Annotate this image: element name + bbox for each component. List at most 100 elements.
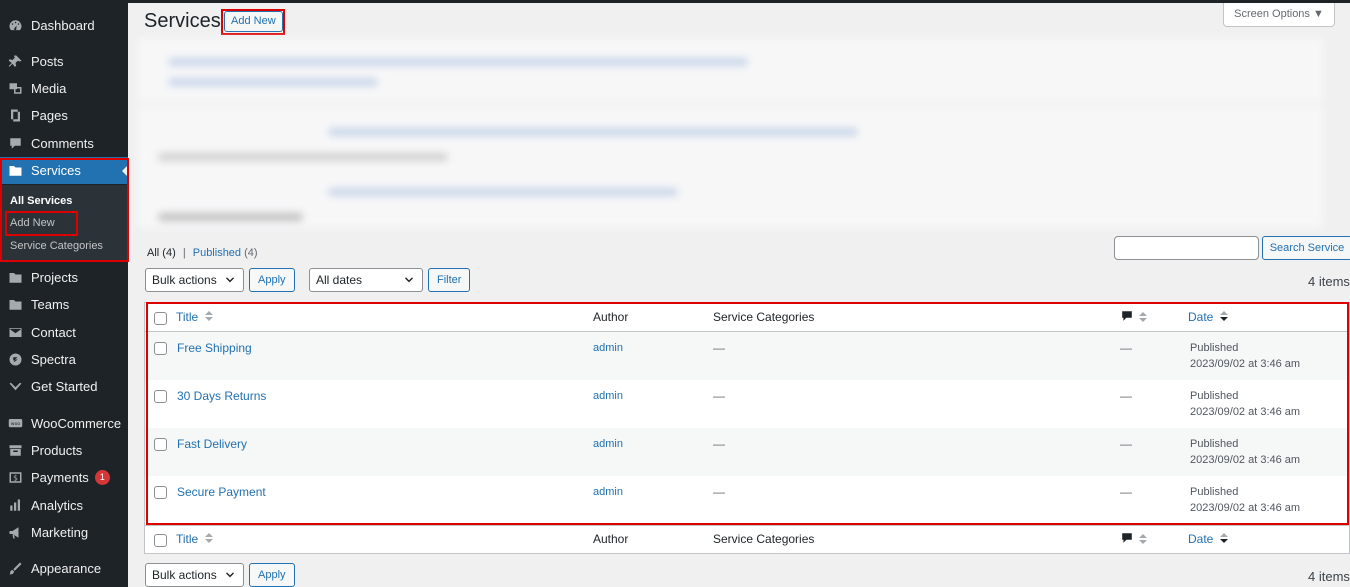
table-header: Title Author Service Categories Date: [145, 303, 1349, 332]
row-status: Published: [1190, 438, 1239, 450]
sidebar-item-teams[interactable]: Teams: [0, 291, 128, 318]
row-date: 2023/09/02 at 3:46 am: [1190, 502, 1301, 514]
column-date-footer[interactable]: Date: [1188, 532, 1228, 547]
chevron-down-icon: [226, 572, 234, 578]
row-categories: —: [713, 389, 725, 403]
bulk-actions-value: Bulk actions: [152, 273, 217, 287]
sidebar-item-label: Pages: [31, 108, 68, 123]
row-checkbox[interactable]: [154, 486, 167, 499]
column-comments-footer[interactable]: [1121, 532, 1148, 548]
column-date-label: Date: [1188, 532, 1214, 546]
sidebar-item-label: Get Started: [31, 379, 98, 394]
sidebar-item-woocommerce[interactable]: woo WooCommerce: [0, 410, 128, 437]
filter-published-link[interactable]: Published (4): [193, 247, 258, 259]
sidebar-item-label: Teams: [31, 297, 70, 312]
sort-icon: [1139, 311, 1148, 326]
search-service-button[interactable]: Search Service: [1262, 236, 1350, 260]
column-title-footer[interactable]: Title: [176, 532, 213, 547]
sidebar-item-comments[interactable]: Comments: [0, 130, 128, 157]
row-checkbox[interactable]: [154, 342, 167, 355]
svg-text:woo: woo: [10, 422, 19, 427]
row-title-link[interactable]: Secure Payment: [177, 485, 266, 499]
row-title-link[interactable]: Free Shipping: [177, 341, 252, 355]
row-date: 2023/09/02 at 3:46 am: [1190, 454, 1301, 466]
submenu-add-new[interactable]: Add New: [10, 217, 55, 229]
pages-icon: [7, 108, 23, 124]
sidebar-item-media[interactable]: Media: [0, 75, 128, 102]
sidebar-item-label: Comments: [31, 136, 94, 151]
row-author-link[interactable]: admin: [593, 486, 623, 498]
sidebar-item-posts[interactable]: Posts: [0, 48, 128, 75]
row-checkbox[interactable]: [154, 390, 167, 403]
sidebar-item-payments[interactable]: $ Payments 1: [0, 464, 128, 491]
row-status: Published: [1190, 342, 1239, 354]
svg-text:$: $: [13, 474, 18, 483]
column-service-categories: Service Categories: [713, 310, 815, 324]
filter-all-link[interactable]: All (4): [147, 247, 176, 259]
screen-options-button[interactable]: Screen Options ▼: [1223, 3, 1335, 27]
archive-icon: [7, 443, 23, 459]
page-title: Services: [144, 10, 221, 32]
sidebar-item-label: Services: [31, 163, 81, 178]
sidebar-item-label: Payments: [31, 470, 89, 485]
row-comments: —: [1120, 389, 1132, 403]
select-all-checkbox-footer[interactable]: [154, 534, 167, 547]
row-author-link[interactable]: admin: [593, 342, 623, 354]
column-title[interactable]: Title: [176, 310, 213, 325]
sidebar-item-pages[interactable]: Pages: [0, 102, 128, 129]
submenu-service-categories[interactable]: Service Categories: [10, 240, 103, 252]
dates-value: All dates: [316, 273, 363, 287]
sidebar-item-contact[interactable]: Contact: [0, 319, 128, 346]
search-input[interactable]: [1114, 236, 1259, 260]
sidebar-item-get-started[interactable]: Get Started: [0, 373, 128, 400]
column-comments[interactable]: [1121, 310, 1148, 326]
dates-select[interactable]: All dates: [309, 268, 423, 292]
blurred-notice-area: [138, 38, 1323, 228]
sort-icon: [204, 310, 213, 325]
bulk-actions-select-top[interactable]: Bulk actions: [145, 268, 244, 292]
sidebar-item-services[interactable]: Services: [0, 157, 128, 184]
row-title-link[interactable]: Fast Delivery: [177, 437, 247, 451]
row-checkbox[interactable]: [154, 438, 167, 451]
sidebar-item-label: Spectra: [31, 352, 76, 367]
sidebar-item-appearance[interactable]: Appearance: [0, 555, 128, 582]
sidebar-item-dashboard[interactable]: Dashboard: [0, 12, 128, 39]
add-new-button[interactable]: Add New: [224, 11, 283, 32]
sidebar-item-analytics[interactable]: Analytics: [0, 492, 128, 519]
column-service-categories-footer: Service Categories: [713, 532, 815, 546]
sidebar-item-label: Projects: [31, 270, 78, 285]
column-author-footer: Author: [593, 532, 629, 546]
status-filter-links: All (4) | Published (4): [147, 247, 258, 259]
sidebar-item-projects[interactable]: Projects: [0, 264, 128, 291]
notification-badge: 1: [94, 470, 110, 485]
select-all-checkbox[interactable]: [154, 312, 167, 325]
sidebar-item-label: Products: [31, 443, 83, 458]
spectra-icon: [7, 352, 23, 368]
megaphone-icon: [7, 525, 23, 541]
table-row: Secure Payment admin — — Published 2023/…: [145, 476, 1349, 524]
table-row: 30 Days Returns admin — — Published 2023…: [145, 380, 1349, 428]
chevron-down-icon: [226, 277, 234, 283]
mail-icon: [7, 325, 23, 341]
sidebar-item-marketing[interactable]: Marketing: [0, 519, 128, 546]
filter-all-count: (4): [162, 247, 176, 259]
folder-icon: [7, 163, 23, 179]
filter-button[interactable]: Filter: [428, 268, 471, 292]
sidebar-item-products[interactable]: Products: [0, 437, 128, 464]
sidebar-item-spectra[interactable]: Spectra: [0, 346, 128, 373]
sort-desc-icon: [1219, 310, 1228, 325]
woo-icon: woo: [7, 416, 23, 432]
row-author-link[interactable]: admin: [593, 438, 623, 450]
folder-icon: [7, 270, 23, 286]
column-title-label: Title: [176, 532, 199, 546]
sidebar-item-label: Marketing: [31, 525, 89, 540]
apply-button-top[interactable]: Apply: [249, 268, 295, 292]
row-title-link[interactable]: 30 Days Returns: [177, 389, 266, 403]
column-date[interactable]: Date: [1188, 310, 1228, 325]
bulk-actions-select-bottom[interactable]: Bulk actions: [145, 563, 244, 587]
admin-bar-edge: [128, 0, 1350, 3]
apply-button-bottom[interactable]: Apply: [249, 563, 295, 587]
submenu-all-services[interactable]: All Services: [10, 195, 72, 207]
column-author: Author: [593, 310, 629, 324]
row-author-link[interactable]: admin: [593, 390, 623, 402]
